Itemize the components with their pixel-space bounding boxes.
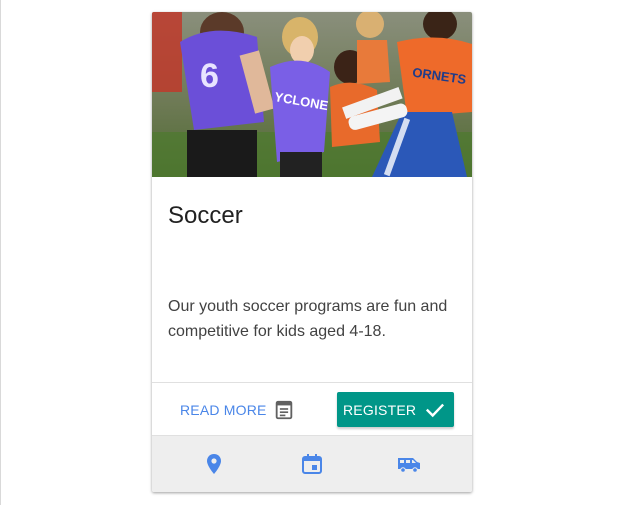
description-icon [275,400,292,420]
sport-card: 6 YCLONE ORNETS Soccer Our youth soccer … [152,12,472,492]
card-description: Our youth soccer programs are fun and co… [168,298,448,340]
location-pin-icon[interactable] [202,452,226,476]
check-icon [426,403,445,417]
card-footer [152,435,472,492]
page-left-border [0,0,1,505]
read-more-button[interactable]: READ MORE [172,393,303,427]
calendar-icon[interactable] [300,452,324,476]
register-label: REGISTER [343,401,417,418]
card-image: 6 YCLONE ORNETS [152,12,472,177]
card-actions: READ MORE REGISTER [152,382,472,435]
register-button[interactable]: REGISTER [337,392,455,427]
svg-text:6: 6 [200,57,219,95]
card-title: Soccer [168,202,243,229]
read-more-label: READ MORE [180,402,267,418]
van-icon[interactable] [397,452,421,476]
